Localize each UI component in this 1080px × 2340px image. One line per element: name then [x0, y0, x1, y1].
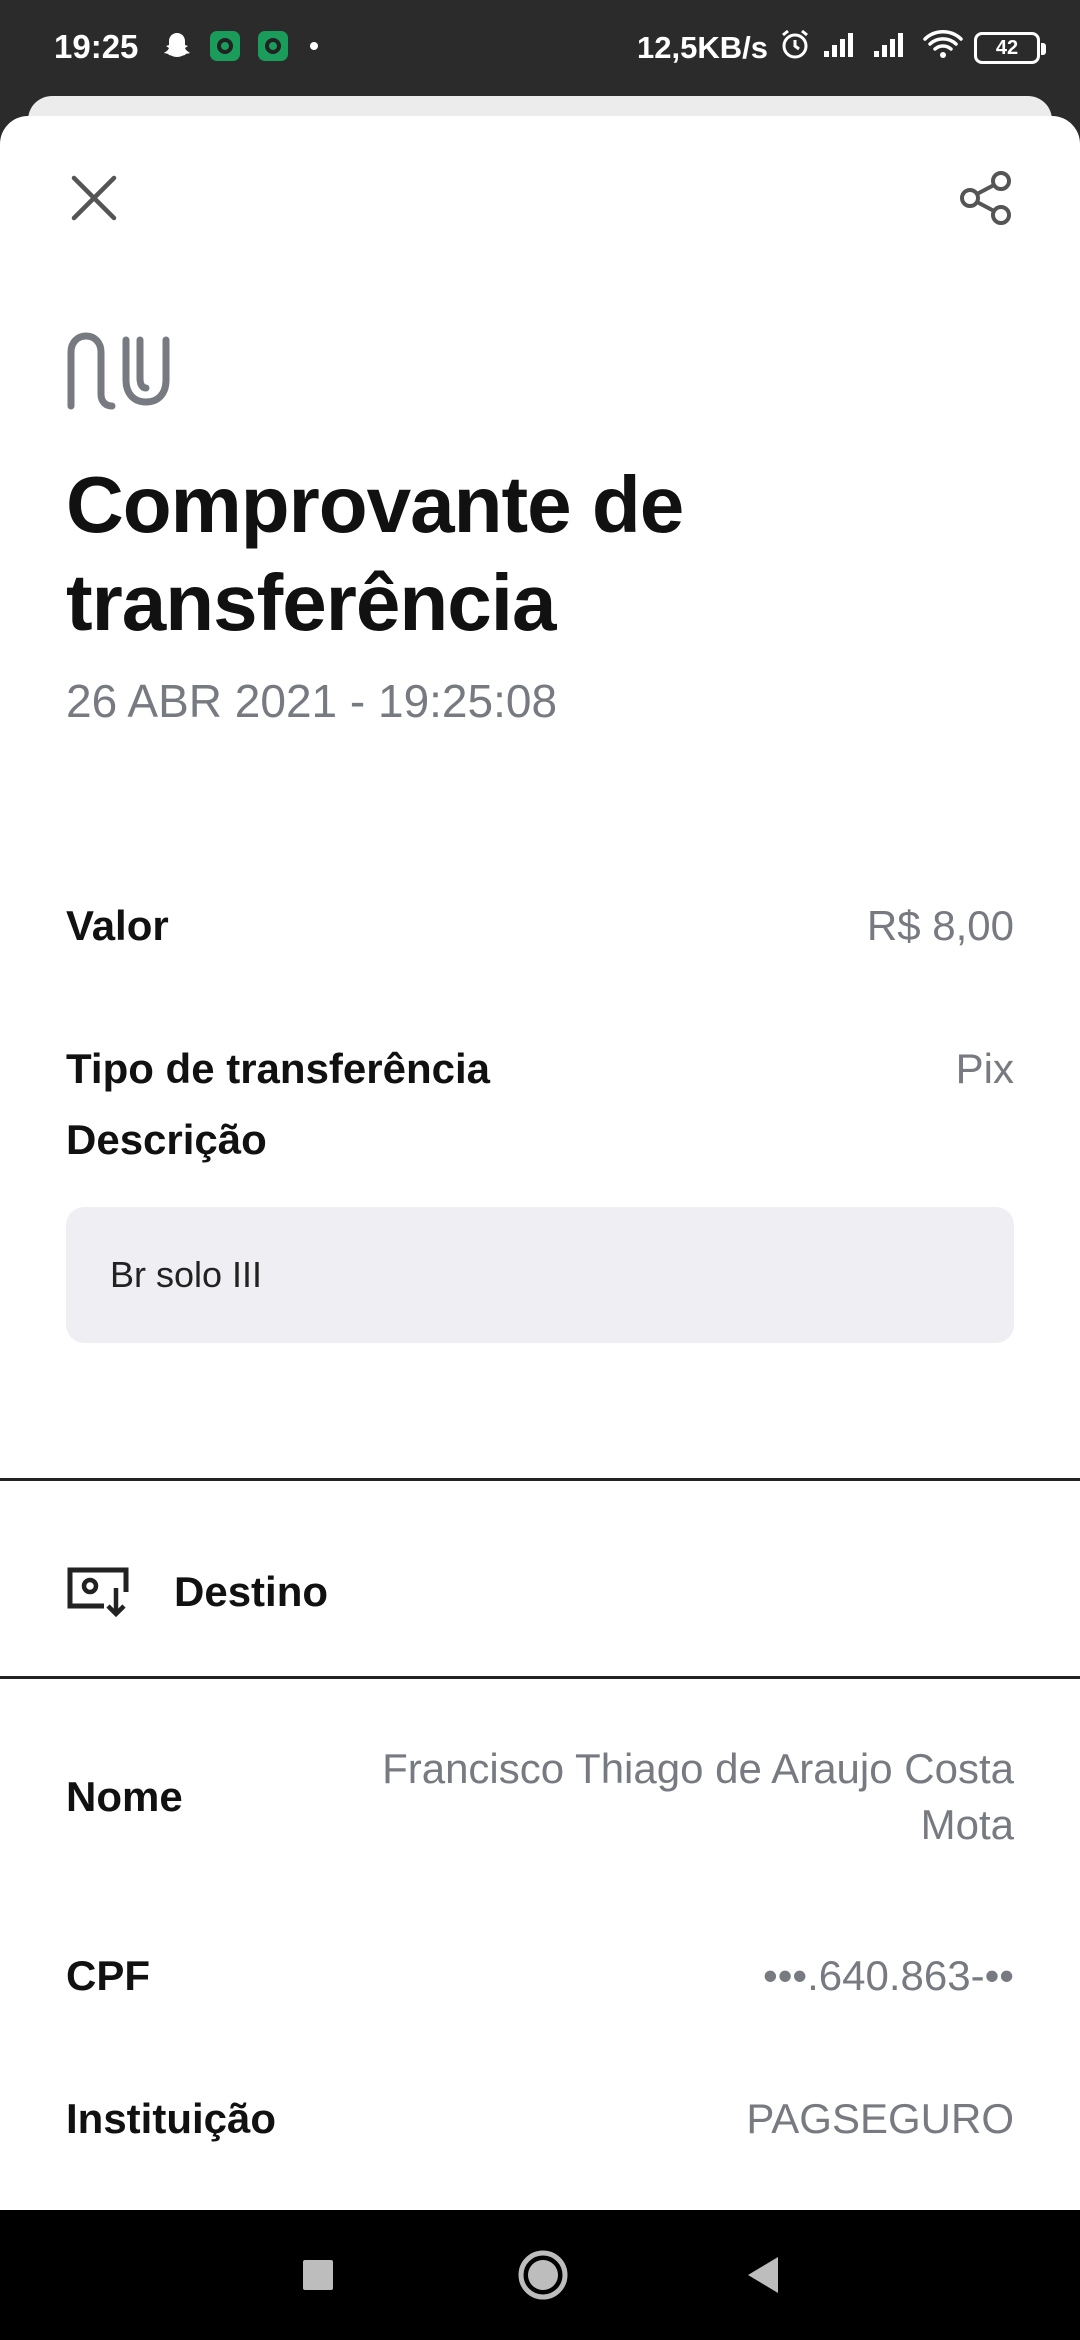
- cpf-row: CPF •••.640.863-••: [66, 1952, 1014, 2000]
- home-button[interactable]: [483, 2210, 603, 2340]
- battery-level: 42: [995, 36, 1019, 59]
- receipt-sheet: Comprovante de transferência 26 ABR 2021…: [0, 116, 1080, 2210]
- valor-value: R$ 8,00: [866, 902, 1014, 949]
- descricao-box: Br solo III: [66, 1207, 1014, 1343]
- cpf-label: CPF: [66, 1952, 150, 1999]
- snapchat-icon: [160, 29, 194, 68]
- tipo-label: Tipo de transferência: [66, 1045, 491, 1092]
- destino-section-header: Destino: [66, 1552, 328, 1632]
- back-icon: [748, 2257, 778, 2293]
- tipo-row: Tipo de transferência Pix: [66, 1045, 1014, 1093]
- notification-icons: [160, 28, 324, 68]
- tipo-value: Pix: [955, 1045, 1014, 1092]
- descricao-value: Br solo III: [110, 1254, 263, 1295]
- signal-icon: [872, 29, 912, 67]
- app-icon: [256, 29, 290, 68]
- valor-row: Valor R$ 8,00: [66, 902, 1014, 950]
- nubank-logo: [66, 330, 178, 417]
- divider: [0, 1676, 1080, 1679]
- share-icon: [960, 171, 1011, 225]
- descricao-label: Descrição: [66, 1116, 267, 1163]
- recent-apps-button[interactable]: [258, 2210, 378, 2340]
- divider: [0, 1478, 1080, 1481]
- nome-row: Nome Francisco Thiago de Araujo Costa Mo…: [66, 1728, 1014, 1866]
- nome-label: Nome: [66, 1773, 183, 1820]
- status-bar: 19:25 12,5KB/s 42: [0, 0, 1080, 96]
- app-icon: [208, 29, 242, 68]
- transfer-date: 26 ABR 2021 - 19:25:08: [66, 675, 558, 727]
- instituicao-label: Instituição: [66, 2095, 277, 2142]
- home-icon: [518, 2250, 568, 2300]
- navigation-bar: [0, 2210, 1080, 2340]
- dot-icon: [304, 36, 324, 61]
- close-icon: [71, 175, 117, 221]
- instituicao-row: Instituição PAGSEGURO: [66, 2095, 1014, 2143]
- nome-value: Francisco Thiago de Araujo Costa Mota: [382, 1745, 1014, 1848]
- wifi-icon: [922, 28, 964, 68]
- valor-label: Valor: [66, 902, 169, 949]
- signal-icon: [822, 29, 862, 67]
- back-button[interactable]: [703, 2210, 823, 2340]
- recent-apps-icon: [303, 2260, 333, 2290]
- status-right: 12,5KB/s 42: [637, 26, 1046, 70]
- battery-icon: 42: [974, 32, 1046, 64]
- alarm-icon: [778, 27, 812, 69]
- close-button[interactable]: [58, 162, 130, 234]
- page-title: Comprovante de transferência: [66, 460, 684, 647]
- cpf-value: •••.640.863-••: [763, 1952, 1014, 1999]
- share-button[interactable]: [950, 162, 1022, 234]
- instituicao-value: PAGSEGURO: [746, 2095, 1014, 2142]
- destino-title: Destino: [174, 1568, 329, 1615]
- receive-money-icon: [67, 1567, 129, 1618]
- network-speed: 12,5KB/s: [637, 30, 768, 65]
- status-time: 19:25: [54, 28, 139, 65]
